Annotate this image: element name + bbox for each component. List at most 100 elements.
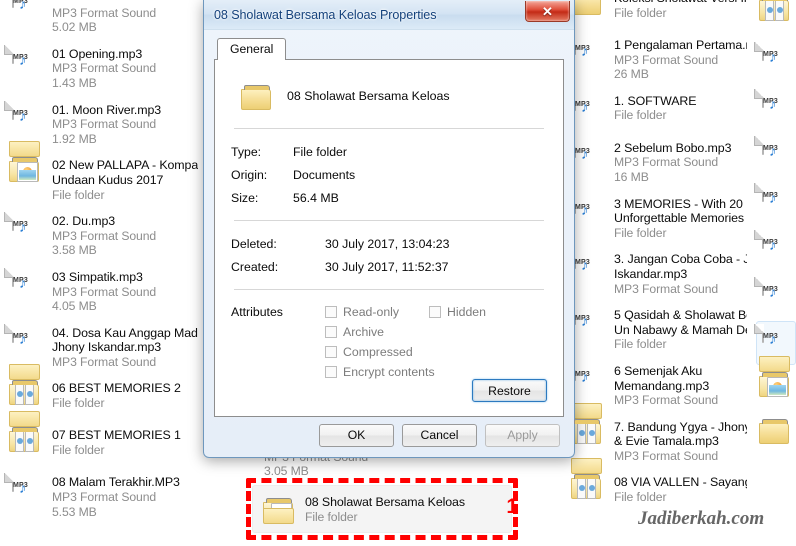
- list-item-name-2: Un Nabawy & Mamah Dedeh: [614, 322, 747, 337]
- list-item-name-2: Iskandar.mp3: [614, 266, 688, 281]
- list-item-icon: ♪MP3: [759, 42, 793, 79]
- list-item-icon: ♪MP3: [9, 0, 43, 26]
- list-item-type: File folder: [52, 443, 105, 458]
- checkbox-icon[interactable]: [325, 326, 337, 338]
- list-item[interactable]: ♪ MP3: [756, 133, 796, 177]
- list-item-size: 3.58 MB: [52, 243, 97, 258]
- cancel-button[interactable]: Cancel: [402, 423, 477, 447]
- list-item[interactable]: 02 New PALLAPA - Kompa Undaan Kudus 2017 F…: [6, 141, 208, 206]
- list-item-text: MP3 Format Sound 5.02 MB: [52, 0, 156, 35]
- list-item[interactable]: ♪ MP3 03 Simpatik.mp3 MP3 Format Sound 4.05 …: [6, 265, 208, 318]
- row-value: File folder: [293, 145, 347, 159]
- screen: ♪ MP3 MP3 Format Sound 5.02 MB ♪ MP3 01 Openi…: [0, 0, 796, 546]
- list-item-text: 06 BEST MEMORIES 2 File folder: [52, 380, 181, 410]
- list-item-size: 5.53 MB: [52, 504, 97, 519]
- archive-checkbox[interactable]: Archive: [325, 325, 429, 339]
- list-item-type: MP3 Format Sound: [614, 155, 719, 170]
- attribute-row: Archive: [325, 322, 547, 342]
- list-item[interactable]: ♪ MP3: [756, 86, 796, 130]
- list-item-size: 16 MB: [614, 169, 649, 184]
- checkbox-label: Compressed: [343, 345, 413, 359]
- annotation-step-number: 1: [506, 495, 518, 518]
- tab-general[interactable]: General: [217, 38, 287, 60]
- list-item-highlighted[interactable]: 08 Sholawat Bersama Keloas File folder: [252, 485, 512, 533]
- list-item-text: 01. Moon River.mp3 MP3 Format Sound 1.92 M…: [52, 102, 161, 147]
- checkbox-label: Archive: [343, 325, 385, 339]
- close-icon[interactable]: ✕: [525, 1, 570, 22]
- ok-button[interactable]: OK: [319, 423, 394, 447]
- list-item-name: 02. Du.mp3: [52, 214, 116, 229]
- list-item[interactable]: ♪ MP3 2 Sebelum Bobo.mp3 MP3 Format Sound 16…: [568, 136, 750, 189]
- file-list-column-1: ♪ MP3 MP3 Format Sound 5.02 MB ♪ MP3 01 Openi…: [0, 0, 208, 526]
- list-item[interactable]: ♪ MP3 08 Malam Terakhir.MP3 MP3 Format Soun…: [6, 470, 208, 523]
- list-item[interactable]: Koleksi Sholawat Versi IndiaFile folder: [568, 0, 750, 30]
- list-item-name: 1 Pengalaman Pertama.mp3: [614, 38, 747, 52]
- list-item[interactable]: ♪ MP3 MP3 Format Sound 5.02 MB: [6, 0, 208, 39]
- list-item[interactable]: ♪MP3 1 Pengalaman Pertama.mp3MP3 Format S…: [568, 33, 750, 86]
- list-item-type: File folder: [614, 337, 667, 352]
- restore-button[interactable]: Restore: [472, 379, 547, 402]
- list-item-text: 1. SOFTWARE File folder: [614, 93, 696, 123]
- table-row: Deleted: 30 July 2017, 13:04:23: [231, 233, 547, 256]
- list-item-size: 1.92 MB: [52, 131, 97, 146]
- list-item[interactable]: ♪ MP3 01 Opening.mp3 MP3 Format Sound 1.43 M…: [6, 42, 208, 95]
- checkbox-label: Read-only: [343, 305, 400, 319]
- readonly-checkbox[interactable]: Read-only: [325, 305, 429, 319]
- properties-dialog: 08 Sholawat Bersama Keloas Properties ✕ …: [203, 0, 575, 458]
- list-item-icon: ♪MP3: [9, 100, 43, 138]
- list-item-icon: [9, 141, 43, 193]
- list-item[interactable]: ♪ MP3 1. SOFTWARE File folder: [568, 89, 750, 133]
- list-item-text: 3. Jangan Coba Coba - JhonyIskandar.mp3M…: [614, 251, 747, 296]
- list-item[interactable]: ♪MP3 3. Jangan Coba Coba - JhonyIskandar.…: [568, 247, 750, 300]
- apply-button[interactable]: Apply: [485, 423, 560, 447]
- mp3-file-icon: ♪MP3: [12, 0, 28, 12]
- list-item-text: 08 Sholawat Bersama Keloas File folder: [305, 494, 465, 524]
- row-label: Type:: [231, 145, 262, 159]
- list-item[interactable]: ♪ MP3 02. Du.mp3 MP3 Format Sound 3.58 MB: [6, 209, 208, 262]
- attribute-row: Compressed: [325, 342, 547, 362]
- list-item[interactable]: ♪ MP3: [756, 39, 796, 83]
- list-item[interactable]: ♪ MP3: [756, 180, 796, 224]
- list-item[interactable]: [756, 415, 796, 459]
- list-item-icon: ♪MP3: [9, 44, 43, 82]
- restore-button-wrap: Restore: [472, 379, 547, 402]
- list-item-icon: ♪MP3: [571, 250, 605, 287]
- list-item-name: 6 Semenjak Aku: [614, 363, 703, 378]
- list-item-type: File folder: [52, 396, 105, 411]
- attributes-label: Attributes: [231, 305, 283, 319]
- list-item-size: 3.05 MB: [264, 464, 309, 479]
- mp3-file-icon: ♪MP3: [12, 323, 28, 347]
- mp3-file-icon: ♪MP3: [762, 42, 778, 65]
- list-item-type: MP3 Format Sound: [52, 61, 157, 76]
- hidden-checkbox[interactable]: Hidden: [429, 305, 533, 319]
- date-rows: Deleted: 30 July 2017, 13:04:23 Created:…: [231, 233, 547, 279]
- compressed-checkbox[interactable]: Compressed: [325, 345, 429, 359]
- list-item[interactable]: ♪MP3 5 Qasidah & Sholawat BersamaUn Nabaw…: [568, 303, 750, 356]
- encrypt-checkbox[interactable]: Encrypt contents: [325, 365, 435, 379]
- list-item-icon: [571, 0, 605, 26]
- list-item-icon: ♪MP3: [759, 89, 793, 126]
- list-item[interactable]: ♪ MP3: [756, 227, 796, 271]
- row-label: Size:: [231, 191, 259, 205]
- list-item-type: File folder: [614, 490, 667, 505]
- list-item[interactable]: ♪ MP3 3 MEMORIES - With 20 Unforgettable Me…: [568, 192, 750, 245]
- list-item-size: 5.02 MB: [52, 20, 97, 35]
- checkbox-icon[interactable]: [429, 306, 441, 318]
- list-item[interactable]: [756, 0, 796, 36]
- list-item[interactable]: 07 BEST MEMORIES 1 File folder: [6, 411, 208, 467]
- checkbox-icon[interactable]: [325, 366, 337, 378]
- checkbox-label: Hidden: [447, 305, 486, 319]
- checkbox-icon[interactable]: [325, 306, 337, 318]
- list-item-icon: [759, 419, 793, 455]
- mp3-file-icon: ♪MP3: [12, 212, 28, 235]
- list-item-name: 07 BEST MEMORIES 1: [52, 428, 181, 443]
- list-item[interactable]: ♪ MP3: [756, 274, 796, 318]
- checkbox-icon[interactable]: [325, 346, 337, 358]
- list-item-text: 03 Simpatik.mp3 MP3 Format Sound 4.05 MB: [52, 269, 156, 314]
- list-item[interactable]: [756, 356, 796, 412]
- folder-name: 08 Sholawat Bersama Keloas: [287, 89, 450, 103]
- mp3-file-icon: ♪MP3: [762, 136, 778, 159]
- table-row: Size: 56.4 MB: [231, 187, 547, 210]
- list-item-type: MP3 Format Sound: [614, 393, 719, 408]
- row-label: Created:: [231, 260, 279, 274]
